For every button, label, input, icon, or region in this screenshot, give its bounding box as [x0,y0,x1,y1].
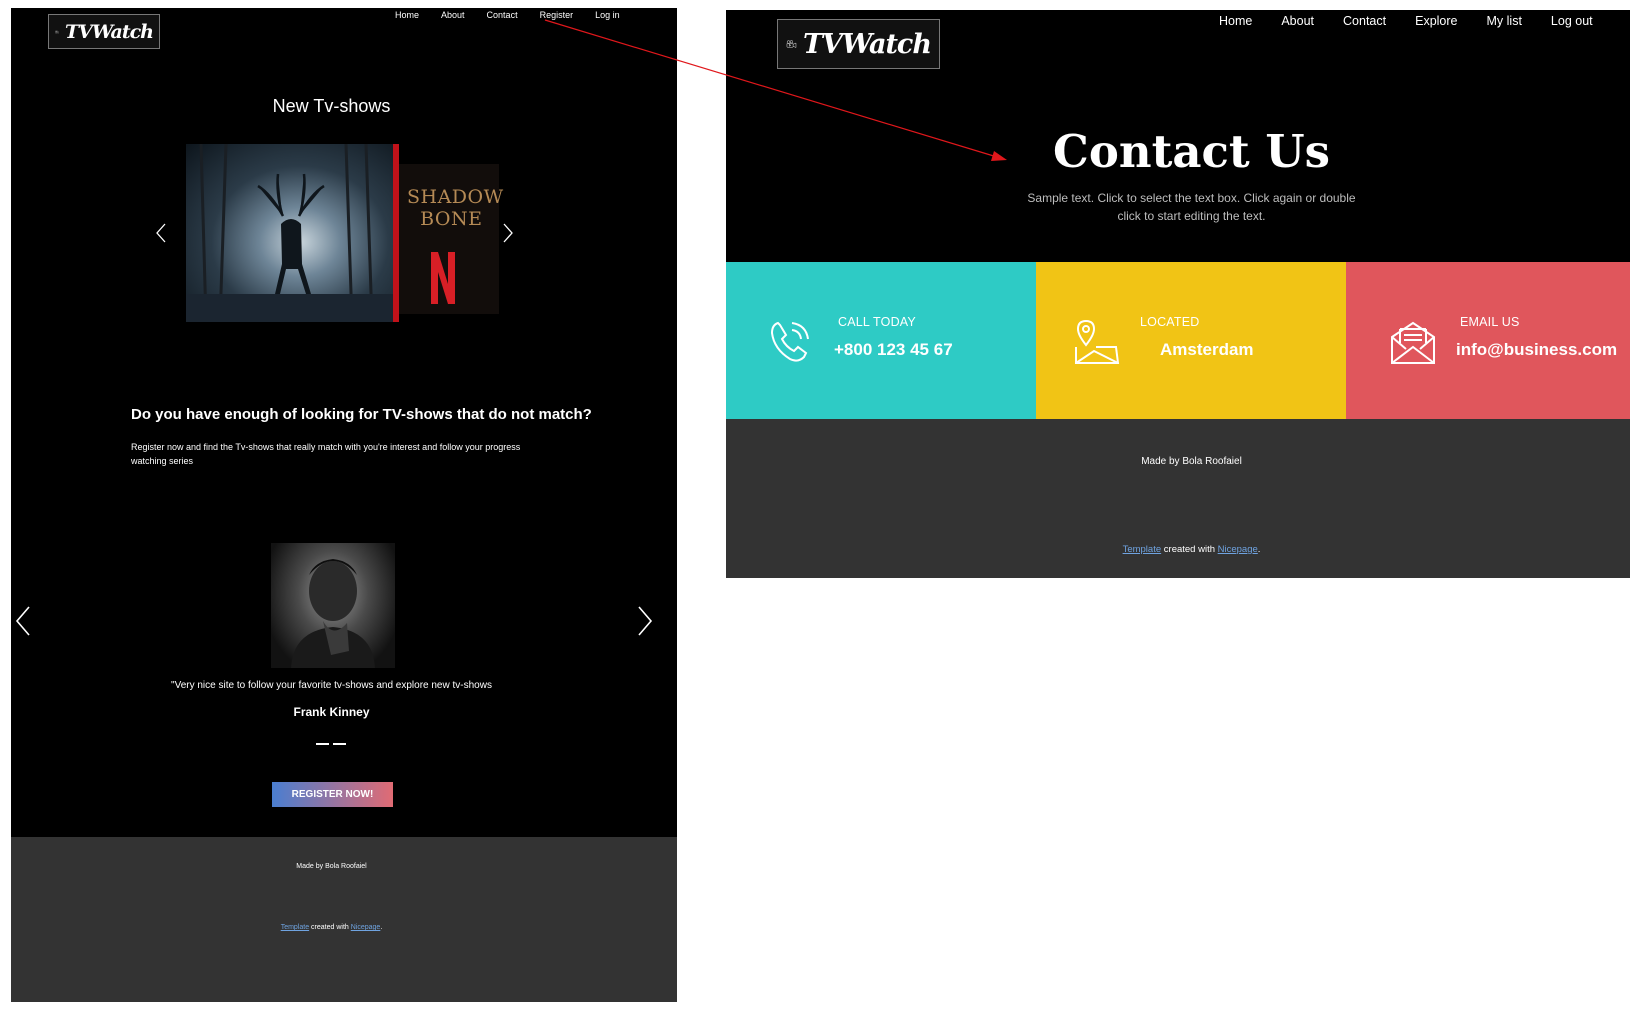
top-nav: Home About Contact Explore My list Log o… [1219,14,1593,28]
template-link[interactable]: Template [1123,544,1162,555]
period-text: . [1257,544,1261,555]
call-label: CALL TODAY [838,315,916,329]
footer-template-line: Template created with Nicepage. [11,924,652,931]
logo-text: TVWatch [64,20,154,43]
person-silhouette-icon [291,559,375,668]
location-card: LOCATED Amsterdam [1036,262,1346,419]
testimonial-indicators [316,743,346,745]
call-card: CALL TODAY +800 123 45 67 [726,262,1036,419]
promo-heading: Do you have enough of looking for TV-sho… [131,406,592,423]
carousel-prev-icon[interactable] [149,216,175,250]
contact-subtitle: Sample text. Click to select the text bo… [1027,191,1356,223]
promo-text: Register now and find the Tv-shows that … [131,442,521,466]
testimonial-prev-icon[interactable] [13,604,35,638]
tvwatch-logo[interactable]: TVWatch [48,14,160,49]
envelope-icon [1391,321,1435,364]
nav-explore[interactable]: Explore [1415,14,1457,28]
netflix-logo-icon [431,252,455,304]
camera-icon [55,30,59,33]
email-card: EMAIL US info@business.com [1346,262,1630,419]
home-page-screenshot: TVWatch Home About Contact Register Log … [11,8,677,1002]
poster-title: SHADOW BONE [407,186,504,230]
deer-silhouette-icon [186,144,393,322]
phone-icon [770,321,809,362]
created-with-text: created with [309,924,351,931]
created-with-text: created with [1161,544,1218,555]
carousel-next-icon[interactable] [494,216,520,250]
logo-text: TVWatch [802,28,932,60]
testimonial-author: Frank Kinney [293,705,370,719]
footer-template-line: Template created with Nicepage. [726,544,1630,555]
indicator-2[interactable] [333,743,346,745]
contact-title: Contact Us [1053,125,1330,178]
nav-login[interactable]: Log in [595,10,620,20]
location-label: LOCATED [1140,315,1200,329]
nicepage-link[interactable]: Nicepage [351,924,381,931]
nav-my-list[interactable]: My list [1487,14,1522,28]
nav-home[interactable]: Home [1219,14,1252,28]
nicepage-link[interactable]: Nicepage [1218,544,1258,555]
testimonial-quote: "Very nice site to follow your favorite … [171,680,492,691]
reviewer-photo [271,543,395,668]
map-pin-icon [1075,319,1120,364]
nav-register[interactable]: Register [540,10,574,20]
location-value: Amsterdam [1160,340,1254,359]
testimonial-next-icon[interactable] [633,604,655,638]
period-text: . [380,924,383,931]
new-shows-heading: New Tv-shows [272,96,391,116]
call-value[interactable]: +800 123 45 67 [834,340,953,360]
nav-contact[interactable]: Contact [1343,14,1386,28]
top-nav: Home About Contact Register Log in [395,10,620,20]
nav-about[interactable]: About [441,10,465,20]
nav-contact[interactable]: Contact [487,10,518,20]
shadow-bone-poster-image[interactable]: SHADOW BONE [399,164,503,314]
email-label: EMAIL US [1460,315,1520,329]
tvwatch-logo[interactable]: TVWatch [777,19,940,69]
contact-page-screenshot: TVWatch Home About Contact Explore My li… [726,10,1630,578]
template-link[interactable]: Template [281,924,309,931]
nav-logout[interactable]: Log out [1551,14,1593,28]
camera-icon [786,40,797,48]
shows-carousel: SHADOW BONE [186,144,503,324]
email-value[interactable]: info@business.com [1456,340,1617,360]
footer-credit: Made by Bola Roofaiel [296,863,367,870]
footer-credit: Made by Bola Roofaiel [1141,456,1242,467]
contact-cards: CALL TODAY +800 123 45 67 LOCATED Amster… [726,262,1630,419]
register-now-button[interactable]: REGISTER NOW! [272,782,393,807]
footer [11,837,677,1002]
nav-about[interactable]: About [1281,14,1314,28]
nav-home[interactable]: Home [395,10,419,20]
deer-poster-image[interactable] [186,144,393,322]
indicator-1[interactable] [316,743,329,745]
